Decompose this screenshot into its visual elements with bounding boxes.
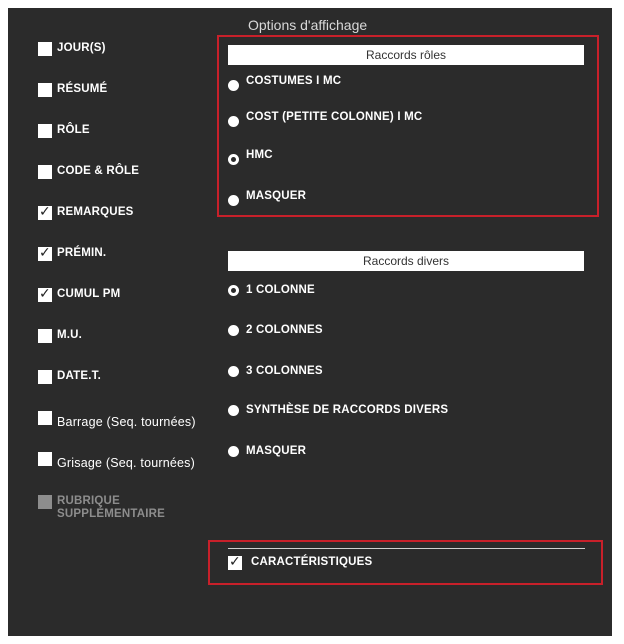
checkbox-label: Barrage (Seq. tournées): [57, 415, 196, 429]
display-options-panel: Options d'affichage JOUR(S) RÉSUMÉ RÔLE …: [8, 8, 612, 636]
radio-dot[interactable]: [228, 116, 239, 127]
radio-dot[interactable]: [228, 195, 239, 206]
checkbox-rubrique-supplementaire: RUBRIQUE SUPPLÉMENTAIRE: [38, 495, 165, 521]
checkbox-box[interactable]: [38, 452, 52, 466]
radio-label: COSTUMES I MC: [246, 75, 342, 87]
checkbox-grisage[interactable]: Grisage (Seq. tournées): [38, 452, 195, 470]
radio-label: SYNTHÈSE DE RACCORDS DIVERS: [246, 404, 449, 416]
checkbox-box[interactable]: [38, 411, 52, 425]
checkbox-box[interactable]: [38, 165, 52, 179]
radio-dot[interactable]: [228, 80, 239, 91]
checkbox-label: REMARQUES: [57, 206, 134, 218]
raccords-roles-header: Raccords rôles: [228, 45, 584, 65]
checkbox-label: RÉSUMÉ: [57, 83, 108, 95]
checkbox-box[interactable]: [38, 329, 52, 343]
checkbox-box[interactable]: [38, 370, 52, 384]
checkbox-barrage[interactable]: Barrage (Seq. tournées): [38, 411, 196, 429]
checkbox-box: [38, 495, 52, 509]
radio-masquer-divers[interactable]: MASQUER: [228, 445, 306, 457]
checkbox-box[interactable]: [38, 42, 52, 56]
radio-1-colonne[interactable]: 1 COLONNE: [228, 284, 315, 296]
checkbox-label: DATE.T.: [57, 370, 101, 382]
checkbox-role[interactable]: RÔLE: [38, 124, 90, 138]
radio-dot[interactable]: [228, 154, 239, 165]
separator-line: [228, 548, 585, 549]
radio-cost-petite-colonne-mc[interactable]: COST (PETITE COLONNE) I MC: [228, 111, 422, 127]
checkbox-label: CODE & RÔLE: [57, 165, 140, 177]
radio-masquer-roles[interactable]: MASQUER: [228, 190, 306, 206]
checkbox-label: RUBRIQUE SUPPLÉMENTAIRE: [57, 495, 165, 521]
checkbox-label: Grisage (Seq. tournées): [57, 456, 195, 470]
radio-synthese-raccords-divers[interactable]: SYNTHÈSE DE RACCORDS DIVERS: [228, 404, 448, 416]
radio-dot[interactable]: [228, 285, 239, 296]
checkbox-label: JOUR(S): [57, 42, 106, 54]
checkbox-mu[interactable]: M.U.: [38, 329, 82, 343]
radio-label: MASQUER: [246, 445, 307, 457]
radio-label: MASQUER: [246, 190, 307, 202]
checkbox-label: CUMUL PM: [57, 288, 121, 300]
checkbox-box[interactable]: [38, 244, 52, 261]
checkbox-jours[interactable]: JOUR(S): [38, 42, 106, 56]
raccords-divers-header: Raccords divers: [228, 251, 584, 271]
radio-2-colonnes[interactable]: 2 COLONNES: [228, 324, 323, 336]
radio-label: 2 COLONNES: [246, 324, 323, 336]
checkbox-code-role[interactable]: CODE & RÔLE: [38, 165, 139, 179]
checkbox-label: PRÉMIN.: [57, 247, 107, 259]
checkbox-box[interactable]: [38, 83, 52, 97]
checkbox-cumul-pm[interactable]: CUMUL PM: [38, 285, 121, 302]
radio-dot[interactable]: [228, 325, 239, 336]
radio-costumes-mc[interactable]: COSTUMES I MC: [228, 75, 341, 91]
checkbox-box[interactable]: [38, 124, 52, 138]
radio-dot[interactable]: [228, 446, 239, 457]
checkbox-label-line1: RUBRIQUE: [57, 495, 120, 507]
radio-dot[interactable]: [228, 366, 239, 377]
checkbox-box[interactable]: [38, 285, 52, 302]
checkbox-label: M.U.: [57, 329, 83, 341]
radio-label: 3 COLONNES: [246, 365, 323, 377]
checkbox-box[interactable]: [38, 203, 52, 220]
radio-label: HMC: [246, 149, 273, 161]
checkbox-box[interactable]: [228, 553, 242, 570]
checkbox-caracteristiques[interactable]: CARACTÉRISTIQUES: [228, 553, 373, 570]
radio-3-colonnes[interactable]: 3 COLONNES: [228, 365, 323, 377]
checkbox-resume[interactable]: RÉSUMÉ: [38, 83, 107, 97]
checkbox-premin[interactable]: PRÉMIN.: [38, 244, 107, 261]
checkbox-label: RÔLE: [57, 124, 90, 136]
panel-title: Options d'affichage: [248, 17, 368, 33]
radio-label: 1 COLONNE: [246, 284, 315, 296]
checkbox-label-line2: SUPPLÉMENTAIRE: [57, 508, 166, 520]
radio-dot[interactable]: [228, 405, 239, 416]
checkbox-remarques[interactable]: REMARQUES: [38, 203, 134, 220]
checkbox-label: CARACTÉRISTIQUES: [251, 556, 373, 568]
radio-hmc[interactable]: HMC: [228, 149, 273, 165]
checkbox-date-t[interactable]: DATE.T.: [38, 370, 101, 384]
radio-label: COST (PETITE COLONNE) I MC: [246, 111, 423, 123]
